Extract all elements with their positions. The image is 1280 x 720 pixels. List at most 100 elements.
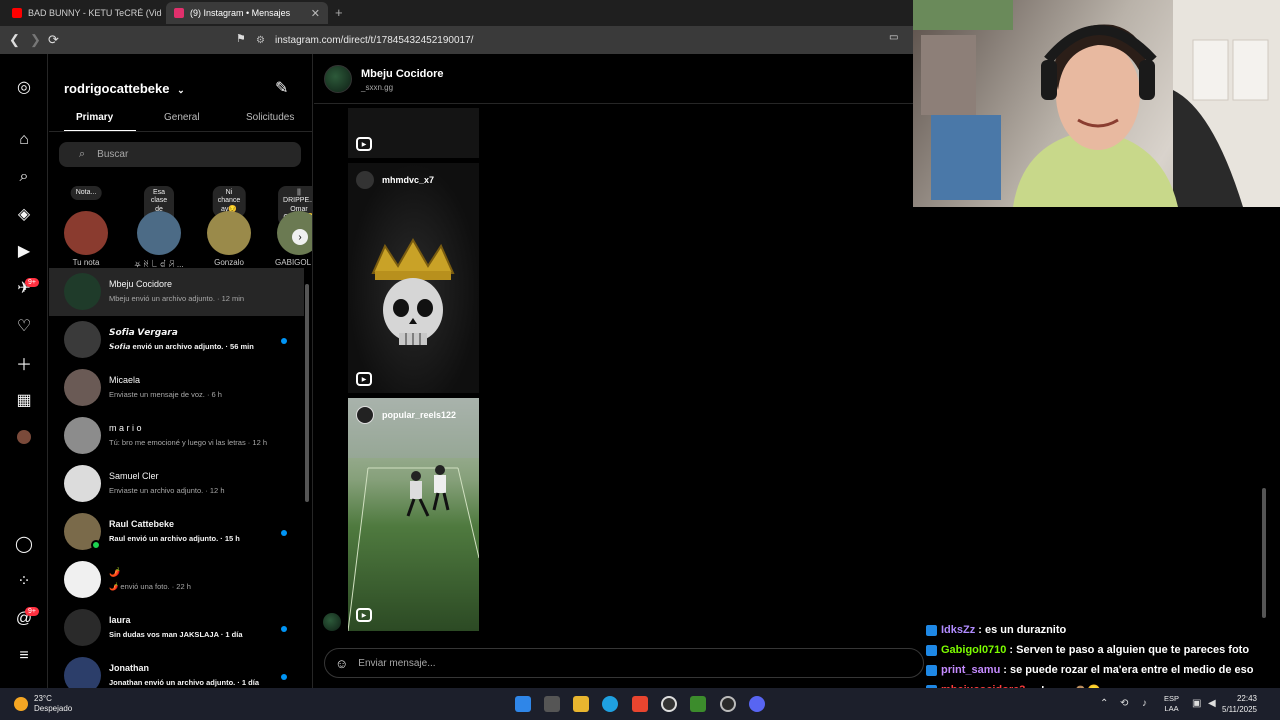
online-indicator xyxy=(91,540,101,550)
note-name: GABIGOL 🔵 xyxy=(275,258,312,267)
task-view-icon[interactable] xyxy=(544,696,560,712)
url-field[interactable]: ⚙ instagram.com/direct/t/178454324521900… xyxy=(256,29,912,51)
conversation-preview: Tú: bro me emocioné y luego vi las letra… xyxy=(109,438,267,447)
emoji-icon[interactable]: ☺ xyxy=(335,656,348,671)
conversation-row[interactable]: Raul Cattebeke Raul envió un archivo adju… xyxy=(49,508,304,556)
note-name: Tu nota xyxy=(72,258,100,267)
conversation-row[interactable]: laura Sin dudas vos man JAKSLAJA · 1 día xyxy=(49,604,304,652)
menu-icon[interactable]: ≡ xyxy=(14,646,34,666)
scrollbar[interactable] xyxy=(305,284,309,502)
tray-chevron-icon[interactable]: ⌃ xyxy=(1100,698,1108,709)
profile-avatar-icon[interactable] xyxy=(14,427,34,447)
message-input[interactable]: ☺ Enviar mensaje... xyxy=(324,648,924,678)
tab-primary[interactable]: Primary xyxy=(76,112,113,123)
reel-owner-name: popular_reels122 xyxy=(382,410,457,420)
weather-sun-icon xyxy=(14,697,28,711)
network-icon[interactable]: ⟲ xyxy=(1120,698,1128,709)
file-explorer-icon[interactable] xyxy=(573,696,589,712)
tab-title: BAD BUNNY - KETU TeCRÉ (Vide xyxy=(28,8,162,18)
reel-icon: ▶ xyxy=(356,608,372,622)
reload-icon[interactable]: ⟳ xyxy=(48,32,59,48)
weather-temp: 23°C xyxy=(34,694,52,703)
avatar xyxy=(64,657,101,688)
shared-reel[interactable]: ▶ xyxy=(348,108,479,158)
conversation-preview: Raul envió un archivo adjunto. · 15 h xyxy=(109,534,240,543)
minecraft-icon[interactable] xyxy=(690,696,706,712)
bookmark-icon[interactable]: ⚑ xyxy=(236,32,246,45)
conversation-name: Raul Cattebeke xyxy=(109,519,175,529)
instagram-logo-icon[interactable]: ◎ xyxy=(14,77,34,97)
tab-instagram[interactable]: (9) Instagram • Mensajes ✕ xyxy=(166,2,328,24)
mic-icon[interactable]: ♪ xyxy=(1142,698,1147,709)
chat-avatar[interactable] xyxy=(324,65,352,93)
chevron-right-icon[interactable]: › xyxy=(292,229,308,245)
search-input[interactable]: ⌕ Buscar xyxy=(59,142,301,167)
tab-general[interactable]: General xyxy=(164,112,200,123)
chat-username: Gabigol0710 xyxy=(941,644,1007,656)
conversation-row[interactable]: 𝙎𝙤𝙛𝙞𝙖 𝙑𝙚𝙧𝙜𝙖𝙧𝙖 𝙎𝙤𝙛𝙞𝙖 envió un archivo adju… xyxy=(49,316,304,364)
tab-requests[interactable]: Solicitudes xyxy=(246,112,294,123)
conversation-row[interactable]: Jonathan Jonathan envió un archivo adjunt… xyxy=(49,652,304,688)
compose-icon[interactable]: ✎ xyxy=(275,78,288,98)
avatar xyxy=(64,561,101,598)
conversation-row[interactable]: Mbeju Cocidore Mbeju envió un archivo adj… xyxy=(49,268,304,316)
close-tab-icon[interactable]: ✕ xyxy=(305,7,320,20)
home-icon[interactable]: ⌂ xyxy=(14,130,34,150)
reels-icon[interactable]: ▶ xyxy=(14,241,34,261)
settings-icon[interactable] xyxy=(720,696,736,712)
conversation-row[interactable]: 🌶️ 🌶️ envió una foto. · 22 h xyxy=(49,556,304,604)
new-tab-button[interactable]: + xyxy=(335,5,343,20)
also-from-meta-icon[interactable]: ⁘ xyxy=(14,571,34,591)
forward-arrow-icon[interactable]: ❯ xyxy=(30,32,41,48)
windows-taskbar: 23°C Despejado ⌃ ⟲ ♪ ESP LAA ▣ ◀ 22:43 5… xyxy=(0,688,1280,720)
avatar xyxy=(356,171,374,189)
system-clock[interactable]: 22:43 5/11/2025 xyxy=(1222,694,1257,716)
language-indicator[interactable]: ESP LAA xyxy=(1164,694,1179,714)
tab-youtube[interactable]: BAD BUNNY - KETU TeCRÉ (Vide xyxy=(4,2,162,24)
avatar xyxy=(64,369,101,406)
chat-title[interactable]: Mbeju Cocidore xyxy=(361,68,444,80)
chat-text: : Serven te paso a alguien que te parece… xyxy=(1009,644,1250,656)
chat-text: : es un duraznito xyxy=(978,624,1067,636)
webcam-overlay xyxy=(913,0,1280,207)
account-switcher[interactable]: rodrigocattebeke ⌄ xyxy=(64,81,185,96)
conversation-row[interactable]: m a r i o Tú: bro me emocioné y luego vi … xyxy=(49,412,304,460)
conversation-row[interactable]: Micaela Enviaste un mensaje de voz. · 6 h xyxy=(49,364,304,412)
conversation-name: Mbeju Cocidore xyxy=(109,279,173,289)
cast-icon[interactable]: ▭ xyxy=(889,32,898,43)
brave-icon[interactable] xyxy=(632,696,648,712)
dashboard-icon[interactable]: ▦ xyxy=(14,390,34,410)
scrollbar[interactable] xyxy=(1262,488,1266,618)
explore-icon[interactable]: ◈ xyxy=(14,204,34,224)
search-icon: ⌕ xyxy=(79,148,86,160)
conversation-preview: Jonathan envió un archivo adjunto. · 1 d… xyxy=(109,678,260,687)
search-placeholder: Buscar xyxy=(97,149,129,160)
crowned-skull-image xyxy=(371,238,455,345)
conversation-name: Micaela xyxy=(109,375,141,385)
twitch-badge-icon xyxy=(926,664,937,676)
shared-reel[interactable]: popular_reels122 ▶ xyxy=(348,398,479,631)
heart-icon[interactable]: ♡ xyxy=(14,316,34,336)
tab-title: (9) Instagram • Mensajes xyxy=(190,8,291,18)
lang-layout: LAA xyxy=(1164,704,1179,714)
start-icon[interactable] xyxy=(515,696,531,712)
shared-reel[interactable]: mhmdvc_x7 ▶ xyxy=(348,163,479,393)
obs-icon[interactable] xyxy=(661,696,677,712)
search-icon[interactable]: ⌕ xyxy=(14,167,34,187)
reel-owner: popular_reels122 xyxy=(356,406,456,424)
discord-icon[interactable] xyxy=(749,696,765,712)
sender-avatar[interactable] xyxy=(323,613,341,631)
avatar xyxy=(64,465,101,502)
weather-widget[interactable]: 23°C Despejado xyxy=(14,694,72,714)
create-icon[interactable]: ＋ xyxy=(14,353,34,374)
conversation-row[interactable]: Samuel Cler Enviaste un archivo adjunto. … xyxy=(49,460,304,508)
chat-header: Mbeju Cocidore _sxxn.gg xyxy=(314,54,914,104)
threads-icon[interactable]: ◯ xyxy=(14,534,34,554)
back-arrow-icon[interactable]: ❮ xyxy=(9,32,20,48)
conversation-preview: Enviaste un mensaje de voz. · 6 h xyxy=(109,390,222,399)
site-settings-icon[interactable]: ⚙ xyxy=(256,35,265,46)
edge-icon[interactable] xyxy=(602,696,618,712)
chat-message: print_samu: se puede rozar el ma'era ent… xyxy=(926,660,1276,680)
wifi-icon[interactable]: ▣ xyxy=(1192,698,1201,709)
volume-icon[interactable]: ◀ xyxy=(1208,698,1216,709)
